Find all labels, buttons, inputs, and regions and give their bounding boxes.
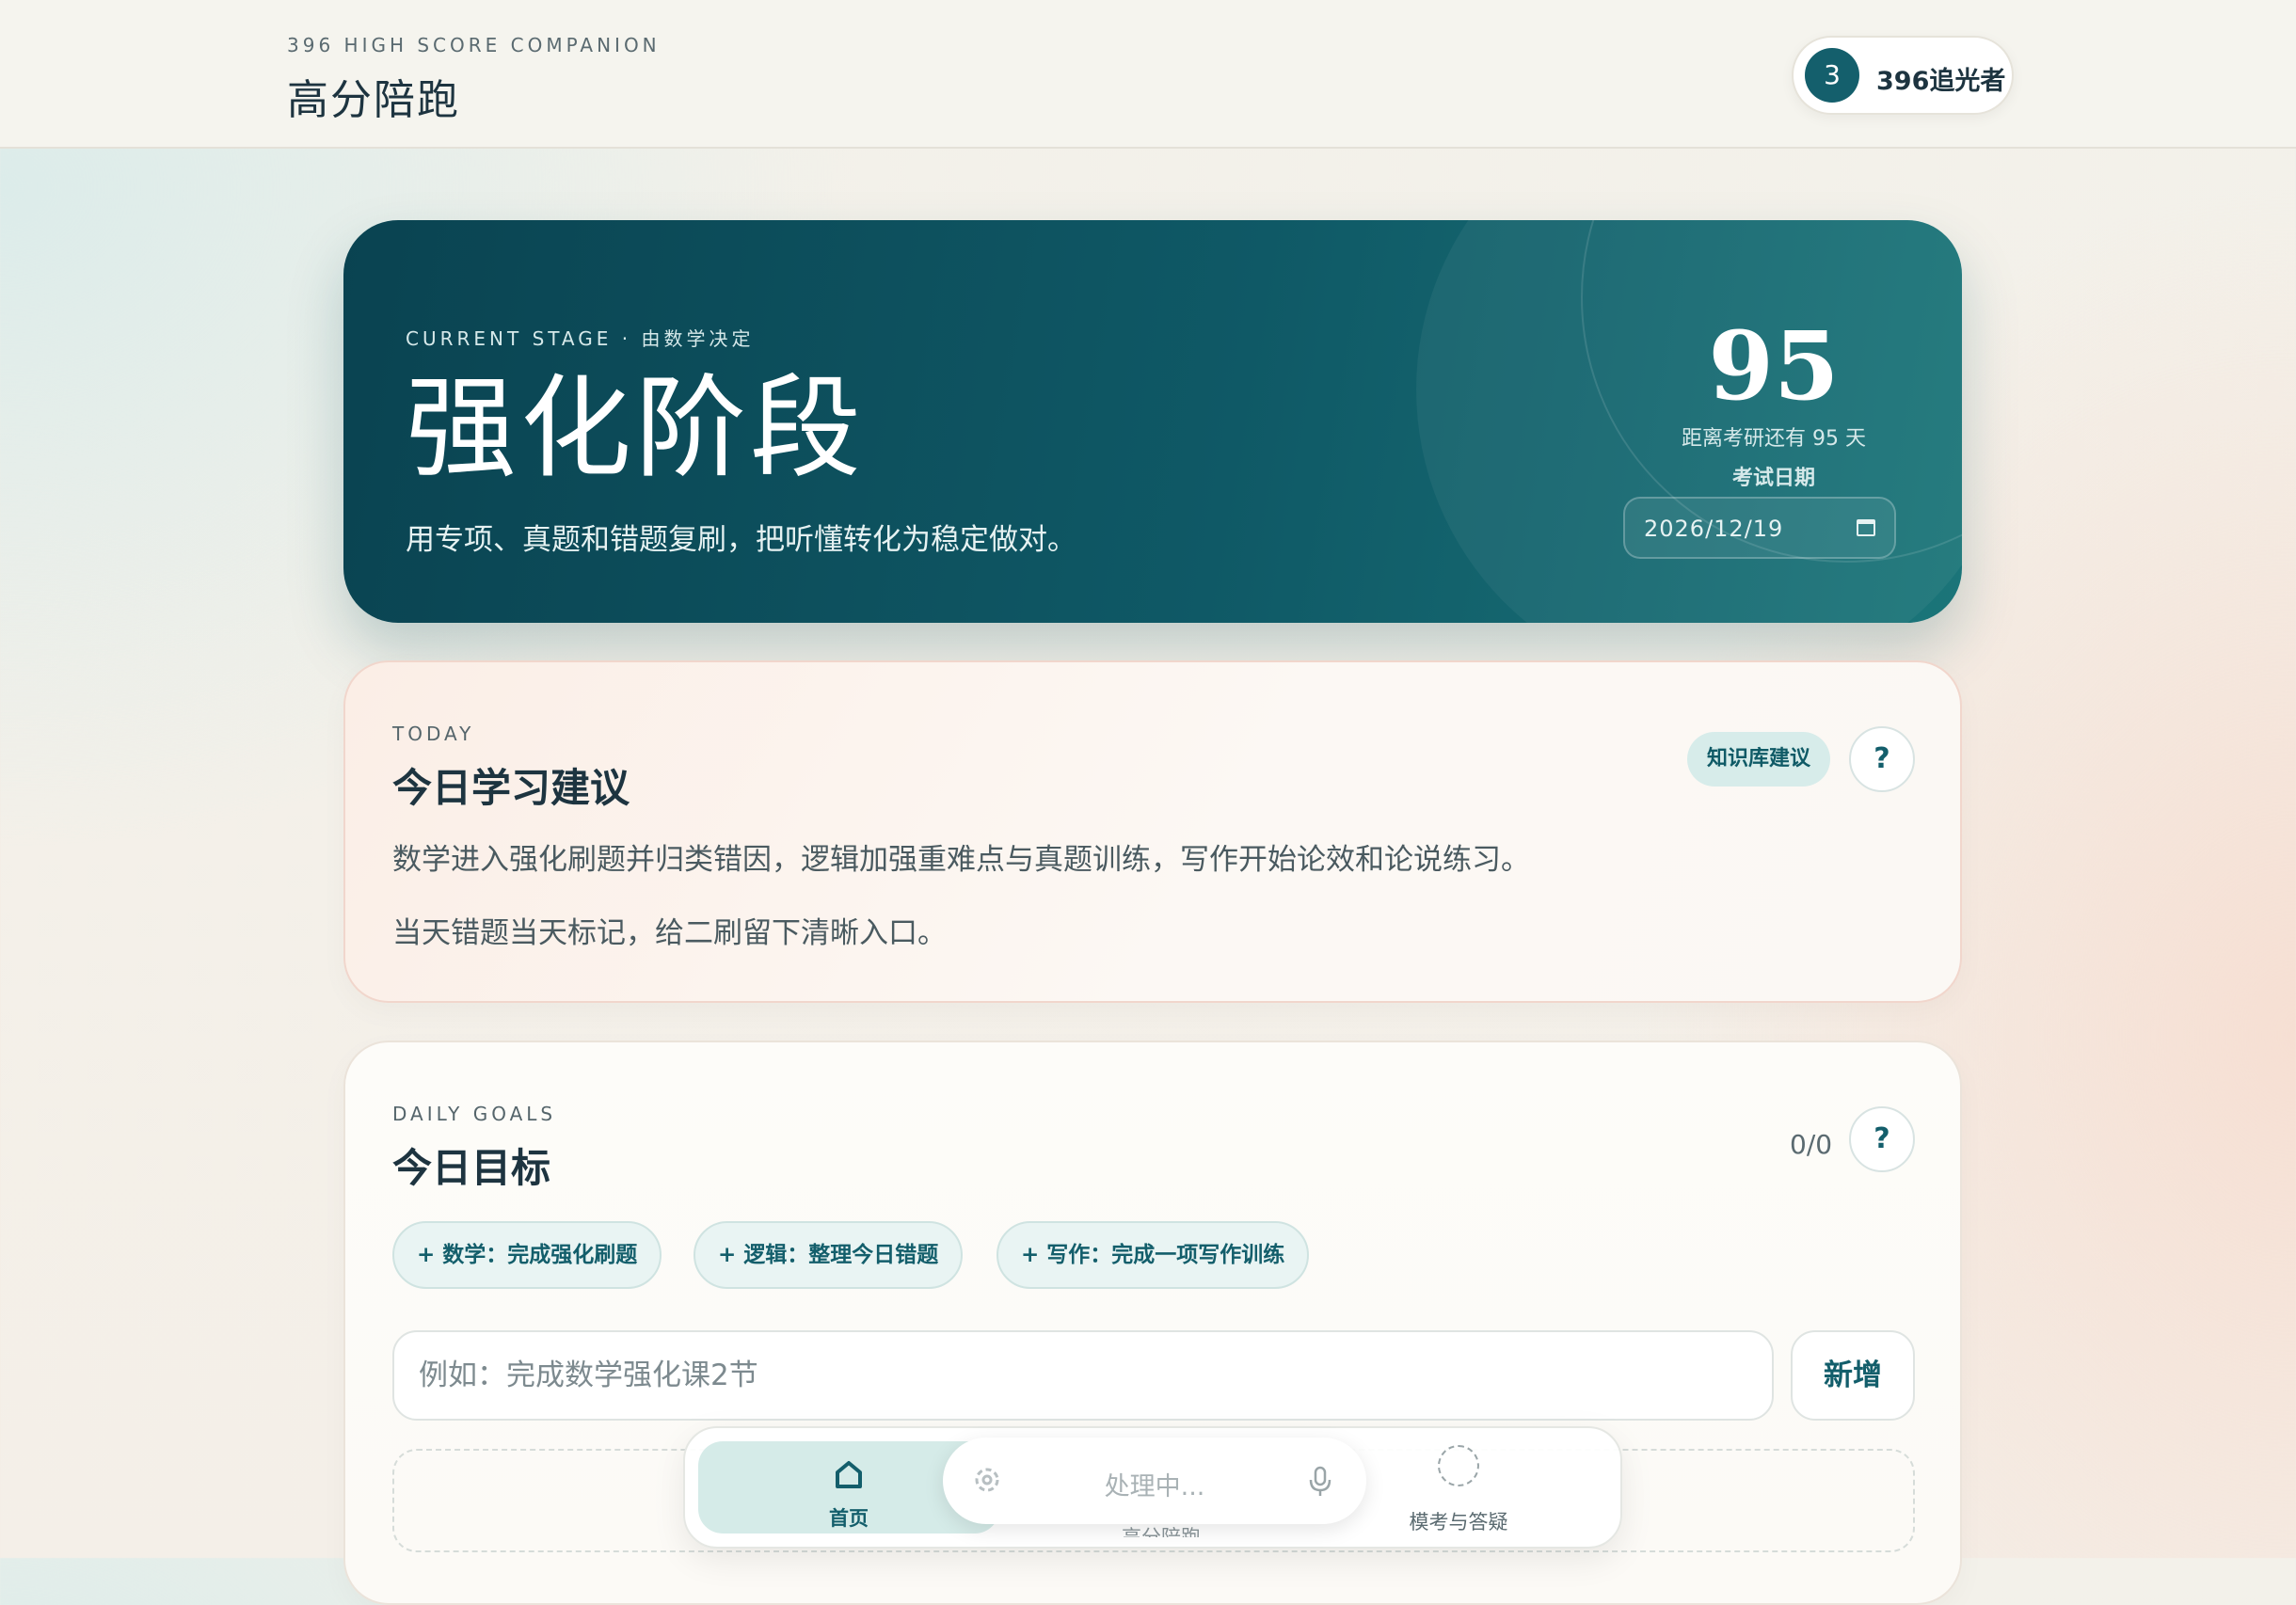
stage-kicker: CURRENT STAGE · 由数学决定 [406, 327, 755, 350]
goals-title: 今日目标 [392, 1145, 551, 1191]
quick-goal-writing-chip[interactable]: + 写作：完成一项写作训练 [997, 1221, 1310, 1289]
user-level-badge: 3 [1805, 48, 1859, 103]
top-bar: 396 HIGH SCORE COMPANION 高分陪跑 3 396追光者 [0, 0, 2296, 149]
today-help-button[interactable]: ? [1849, 726, 1915, 792]
new-goal-input[interactable] [392, 1330, 1774, 1421]
today-suggestion-card: TODAY 今日学习建议 知识库建议 ? 数学进入强化刷题并归类错因，逻辑加强重… [343, 660, 1962, 1003]
user-name: 396追光者 [1876, 67, 2006, 96]
bottom-navigation: 首页 高分陪跑 处理中... 模考与答疑 [683, 1426, 1622, 1549]
nav-mock-exam-label[interactable]: 模考与答疑 [1364, 1507, 1553, 1535]
countdown-label: 距离考研还有 95 天 [1682, 427, 1866, 451]
today-title: 今日学习建议 [392, 765, 630, 811]
voice-status-text: 处理中... [1104, 1472, 1205, 1502]
add-goal-button[interactable]: 新增 [1791, 1330, 1915, 1421]
brand-kicker: 396 HIGH SCORE COMPANION [287, 34, 661, 56]
today-suggestion-line: 数学进入强化刷题并归类错因，逻辑加强重难点与真题训练，写作开始论效和论说练习。 [392, 843, 1530, 877]
knowledge-base-badge: 知识库建议 [1687, 732, 1830, 787]
today-kicker: TODAY [392, 723, 475, 745]
goal-progress-count: 0/0 [1790, 1129, 1833, 1160]
nav-companion-label: 高分陪跑 [1122, 1526, 1201, 1537]
voice-assistant-panel[interactable]: 处理中... [943, 1438, 1366, 1524]
calendar-icon[interactable] [1857, 519, 1875, 536]
stage-title: 强化阶段 [406, 363, 866, 493]
exam-countdown: 95 距离考研还有 95 天 [1633, 314, 1915, 452]
goals-kicker: DAILY GOALS [392, 1103, 557, 1125]
stage-hero-card: CURRENT STAGE · 由数学决定 强化阶段 用专项、真题和错题复刷，把… [343, 220, 1962, 623]
countdown-number: 95 [1708, 310, 1840, 421]
user-profile-button[interactable]: 3 396追光者 [1792, 36, 2014, 115]
goals-help-button[interactable]: ? [1849, 1106, 1915, 1172]
quick-goal-logic-chip[interactable]: + 逻辑：整理今日错题 [694, 1221, 964, 1289]
microphone-icon[interactable] [1308, 1466, 1332, 1498]
exam-date-value: 2026/12/19 [1644, 516, 1784, 542]
today-suggestion-line: 当天错题当天标记，给二刷留下清晰入口。 [392, 916, 947, 950]
home-icon [836, 1461, 862, 1488]
quick-goal-math-chip[interactable]: + 数学：完成强化刷题 [392, 1221, 662, 1289]
exam-date-input[interactable]: 2026/12/19 [1623, 497, 1896, 559]
exam-date-label: 考试日期 [1731, 467, 1815, 490]
stage-subtitle: 用专项、真题和错题复刷，把听懂转化为稳定做对。 [406, 523, 1076, 557]
mock-exam-icon[interactable] [1438, 1445, 1479, 1486]
brand-title: 高分陪跑 [287, 76, 460, 124]
